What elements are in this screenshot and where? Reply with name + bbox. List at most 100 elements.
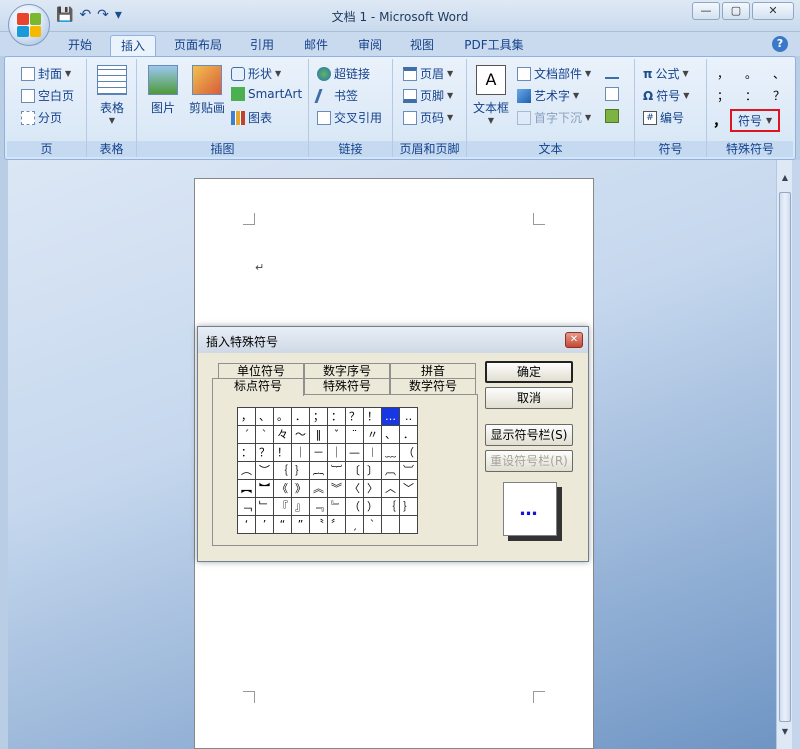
tab-number-sequence[interactable]: 数字序号 xyxy=(304,363,390,379)
symbol-cell[interactable]: ’ xyxy=(255,515,274,534)
tab-special-symbols[interactable]: 特殊符号 xyxy=(304,378,390,394)
minimize-button[interactable]: — xyxy=(692,2,720,20)
symbol-cell[interactable]: ） xyxy=(363,497,382,516)
maximize-button[interactable]: ▢ xyxy=(722,2,750,20)
hyperlink-button[interactable]: 超链接 xyxy=(317,65,370,82)
tab-home[interactable]: 开始 xyxy=(58,35,102,56)
tab-math-symbols[interactable]: 数学符号 xyxy=(390,378,476,394)
symbol-cell[interactable]: ﹁ xyxy=(237,497,256,516)
tab-punctuation[interactable]: 标点符号 xyxy=(212,378,304,396)
symbol-cell[interactable]: ︿ xyxy=(381,479,400,498)
special-char[interactable]: ， xyxy=(717,65,729,82)
symbol-cell[interactable]: ︱ xyxy=(363,443,382,462)
symbol-cell[interactable]: ﹄ xyxy=(327,497,346,516)
symbol-cell[interactable]: ｝ xyxy=(399,497,418,516)
symbol-cell[interactable]: ， xyxy=(237,407,256,426)
symbol-cell[interactable]: － xyxy=(309,443,328,462)
cancel-button[interactable]: 取消 xyxy=(485,387,573,409)
symbol-cell[interactable]: 』 xyxy=(291,497,310,516)
drop-cap-button[interactable]: 首字下沉 ▼ xyxy=(517,109,591,126)
special-char[interactable]: ； xyxy=(717,87,729,104)
page-number-button[interactable]: 页码 ▼ xyxy=(403,109,453,126)
symbol-cell[interactable]: ˋ xyxy=(363,515,382,534)
tab-pdf-tools[interactable]: PDF工具集 xyxy=(454,35,534,56)
numbering-button[interactable]: # 编号 xyxy=(643,109,684,126)
symbol-cell[interactable]: ～ xyxy=(291,425,310,444)
symbol-cell[interactable]: ｛ xyxy=(273,461,292,480)
symbol-cell[interactable]: 〞 xyxy=(327,515,346,534)
dialog-close-button[interactable]: ✕ xyxy=(565,332,583,348)
symbol-cell[interactable]: ﹏ xyxy=(381,443,400,462)
symbol-cell[interactable]: ： xyxy=(327,407,346,426)
symbol-cell[interactable]: ︾ xyxy=(327,479,346,498)
symbol-cell[interactable]: ︻ xyxy=(237,479,256,498)
special-char[interactable]: ： xyxy=(745,87,757,104)
symbol-cell[interactable] xyxy=(381,515,400,534)
reset-symbol-bar-button[interactable]: 重设符号栏(R) xyxy=(485,450,573,472)
symbol-cell[interactable]: ｛ xyxy=(381,497,400,516)
scrollbar-thumb[interactable] xyxy=(779,192,791,722)
cover-page-button[interactable]: 封面 ▼ xyxy=(21,65,71,82)
special-symbol-button[interactable]: 符号 ▼ xyxy=(730,109,781,132)
scroll-down-icon[interactable]: ▼ xyxy=(779,726,791,738)
symbol-cell[interactable]: — xyxy=(345,443,364,462)
symbol-cell[interactable]: ︵ xyxy=(237,461,256,480)
big-comma-char[interactable]: ， xyxy=(713,111,727,131)
symbol-cell[interactable]: ¨ xyxy=(345,425,364,444)
smartart-button[interactable]: SmartArt xyxy=(231,87,302,101)
symbol-cell[interactable]: ˏ xyxy=(345,515,364,534)
symbol-cell[interactable]: 々 xyxy=(273,425,292,444)
symbol-cell[interactable]: ˋ xyxy=(255,425,274,444)
special-char[interactable]: 。 xyxy=(745,65,757,82)
symbol-cell[interactable]: ˇ xyxy=(327,425,346,444)
shapes-button[interactable]: 形状 ▼ xyxy=(231,65,281,82)
equation-button[interactable]: π 公式 ▼ xyxy=(643,65,689,82)
symbol-cell[interactable]: “ xyxy=(273,515,292,534)
help-icon[interactable]: ? xyxy=(772,36,788,52)
symbol-cell[interactable]: ｝ xyxy=(291,461,310,480)
symbol-cell[interactable]: ？ xyxy=(255,443,274,462)
special-char[interactable]: 、 xyxy=(773,65,785,82)
symbol-cell[interactable]: ˊ xyxy=(237,425,256,444)
symbol-cell[interactable]: 〃 xyxy=(363,425,382,444)
tab-unit-symbols[interactable]: 单位符号 xyxy=(218,363,304,379)
symbol-cell[interactable]: ﹂ xyxy=(255,497,274,516)
symbol-cell[interactable]: ！ xyxy=(363,407,382,426)
tab-page-layout[interactable]: 页面布局 xyxy=(166,35,230,56)
symbol-button[interactable]: Ω 符号 ▼ xyxy=(643,87,689,104)
symbol-cell[interactable]: ︽ xyxy=(309,479,328,498)
table-button[interactable]: 表格 ▼ xyxy=(95,65,129,125)
symbol-cell[interactable]: 。 xyxy=(273,407,292,426)
chart-button[interactable]: 图表 xyxy=(231,109,272,126)
page-break-button[interactable]: 分页 xyxy=(21,109,62,126)
symbol-cell[interactable]: 〝 xyxy=(309,515,328,534)
symbol-cell[interactable]: 》 xyxy=(291,479,310,498)
symbol-cell[interactable]: 『 xyxy=(273,497,292,516)
tab-review[interactable]: 审阅 xyxy=(348,35,392,56)
show-symbol-bar-button[interactable]: 显示符号栏(S) xyxy=(485,424,573,446)
symbol-cell[interactable]: ︷ xyxy=(309,461,328,480)
symbol-cell[interactable]: 〕 xyxy=(363,461,382,480)
close-button[interactable]: ✕ xyxy=(752,2,794,20)
symbol-cell[interactable]: ｜ xyxy=(291,443,310,462)
signature-line-button[interactable] xyxy=(605,65,619,79)
tab-pinyin[interactable]: 拼音 xyxy=(390,363,476,379)
symbol-cell[interactable]: ︹ xyxy=(381,461,400,480)
symbol-cell[interactable] xyxy=(399,515,418,534)
tab-insert[interactable]: 插入 xyxy=(110,35,156,56)
symbol-cell[interactable]: ： xyxy=(237,443,256,462)
tab-mailings[interactable]: 邮件 xyxy=(294,35,338,56)
quick-parts-button[interactable]: 文档部件 ▼ xyxy=(517,65,591,82)
cross-reference-button[interactable]: 交叉引用 xyxy=(317,109,382,126)
tab-references[interactable]: 引用 xyxy=(240,35,284,56)
symbol-cell[interactable]: 《 xyxy=(273,479,292,498)
bookmark-button[interactable]: 书签 xyxy=(314,87,358,104)
tab-view[interactable]: 视图 xyxy=(400,35,444,56)
symbol-cell[interactable]: ． xyxy=(291,407,310,426)
symbol-cell[interactable]: ” xyxy=(291,515,310,534)
vertical-scrollbar[interactable]: ▲ ▼ xyxy=(776,160,792,749)
symbol-cell[interactable]: ‥ xyxy=(399,407,418,426)
object-button[interactable] xyxy=(605,109,619,123)
symbol-cell[interactable]: ‖ xyxy=(309,425,328,444)
textbox-button[interactable]: A 文本框 ▼ xyxy=(471,65,511,125)
